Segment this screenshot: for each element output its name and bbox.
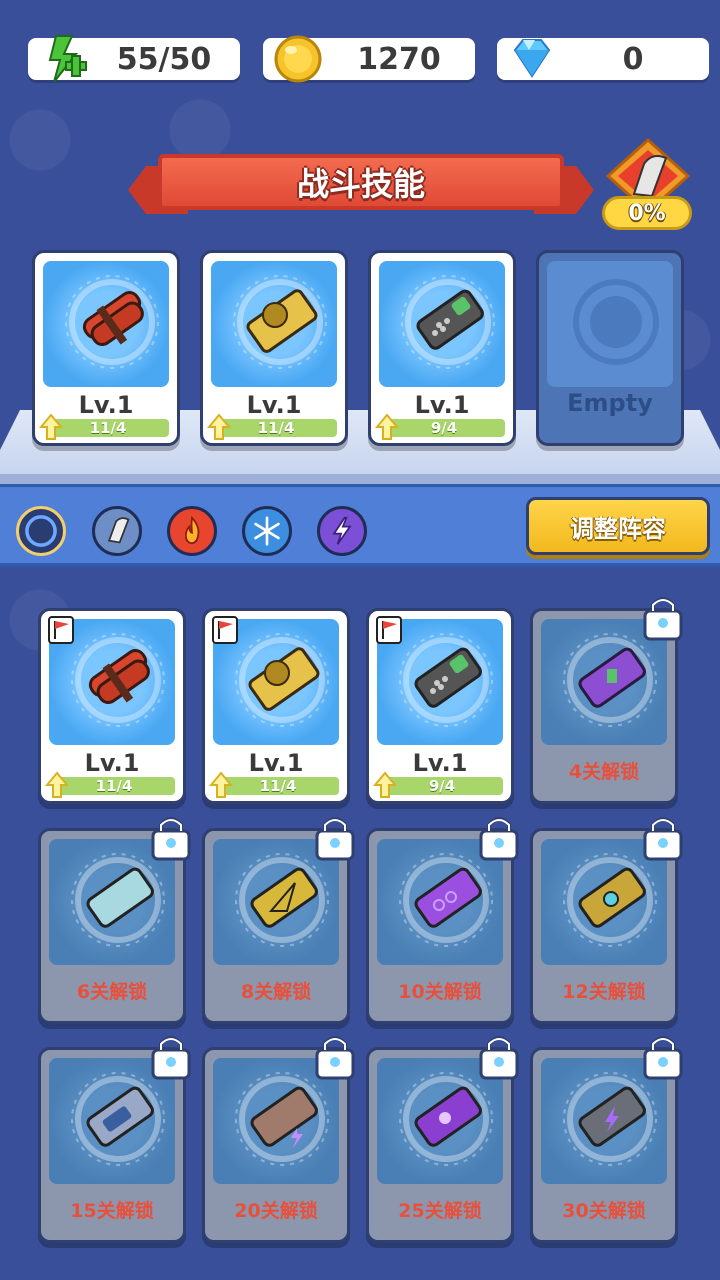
card-progress: 9/4 (381, 777, 503, 795)
filter-lightning-button[interactable] (317, 506, 367, 556)
empty-slot-icon (573, 279, 659, 365)
inventory-card-locked-purple-device[interactable]: 4关解锁 (530, 597, 683, 804)
lock-icon (315, 817, 355, 861)
shelf-edge (0, 474, 720, 484)
equipped-slot-dynamite[interactable]: Lv.1 11/4 (32, 250, 180, 446)
lock-icon (479, 817, 519, 861)
coin-value: 1270 (357, 41, 441, 77)
unlock-requirement: 15关解锁 (70, 1200, 154, 1222)
saw-blade-icon (246, 289, 318, 353)
unlock-requirement: 25关解锁 (398, 1200, 482, 1222)
gem-counter[interactable]: 0 (497, 38, 709, 80)
lock-icon (151, 1036, 191, 1080)
ring-icon (25, 515, 57, 547)
purple-device-icon (578, 647, 646, 708)
energy-value: 55/50 (116, 41, 212, 77)
lock-icon (479, 1036, 519, 1080)
upgrade-arrow-icon (45, 771, 69, 798)
unlock-requirement: 8关解锁 (240, 981, 312, 1003)
lock-icon (151, 817, 191, 861)
card-art (43, 261, 169, 387)
filter-all-button[interactable] (16, 506, 66, 556)
filter-ice-button[interactable] (242, 506, 292, 556)
upgrade-arrow-icon (39, 413, 63, 440)
purple-tile-icon (414, 867, 482, 928)
adjust-lineup-button[interactable]: 调整阵容 (526, 497, 710, 555)
lock-icon (643, 597, 683, 641)
card-progress: 11/4 (217, 777, 339, 795)
inventory-card-saw-blade[interactable]: Lv.1 11/4 (202, 608, 350, 804)
stone-slab-icon (250, 1086, 318, 1148)
battery-icon (86, 1086, 154, 1147)
lock-icon (643, 817, 683, 861)
inventory-card-dynamite[interactable]: Lv.1 11/4 (38, 608, 186, 804)
purple-orb-tile-icon (414, 1086, 482, 1147)
energy-counter[interactable]: 55/50 (28, 35, 240, 83)
unlock-requirement: 10关解锁 (398, 981, 482, 1003)
gem-value: 0 (622, 41, 644, 77)
dynamite-icon (82, 291, 144, 346)
glass-tile-icon (86, 867, 154, 928)
unlock-requirement: 12关解锁 (562, 981, 646, 1003)
card-art (547, 261, 673, 387)
blade-icon (107, 517, 130, 544)
card-progress: 9/4 (383, 419, 505, 437)
coin-counter[interactable]: 1270 (263, 35, 475, 83)
inventory-card-locked-battery[interactable]: 15关解锁 (38, 1036, 191, 1243)
inventory-card-locked-glass-tile[interactable]: 6关解锁 (38, 817, 191, 1024)
title-banner: 战斗技能 (128, 152, 594, 222)
card-art (379, 261, 505, 387)
unlock-requirement: 30关解锁 (562, 1200, 646, 1222)
saw-blade-icon (248, 647, 320, 711)
empty-label: Empty (567, 389, 653, 417)
upgrade-arrow-icon (373, 771, 397, 798)
unlock-requirement: 6关解锁 (76, 981, 148, 1003)
inventory-card-remote-control[interactable]: Lv.1 9/4 (366, 608, 514, 804)
card-art (211, 261, 337, 387)
lightning-tile-icon (578, 1086, 646, 1147)
dynamite-icon (88, 649, 150, 704)
snowflake-icon (254, 516, 280, 546)
lock-icon (315, 1036, 355, 1080)
gold-device-icon (578, 867, 646, 928)
equipped-slot-saw-blade[interactable]: Lv.1 11/4 (200, 250, 348, 446)
page-title: 战斗技能 (158, 154, 564, 210)
upgrade-arrow-icon (209, 771, 233, 798)
equipped-slot-empty[interactable]: Empty (536, 250, 684, 446)
coin-icon (274, 35, 322, 83)
card-progress: 11/4 (47, 419, 169, 437)
inventory-card-locked-purple-tile[interactable]: 10关解锁 (366, 817, 519, 1024)
inventory-card-locked-lightning-tile[interactable]: 30关解锁 (530, 1036, 683, 1243)
inventory-card-locked-stone-slab[interactable]: 20关解锁 (202, 1036, 355, 1243)
inventory-card-locked-gold-device[interactable]: 12关解锁 (530, 817, 683, 1024)
power-percent: 0% (602, 196, 692, 230)
unlock-requirement: 20关解锁 (234, 1200, 318, 1222)
equipped-flag-icon (212, 616, 238, 644)
inventory-card-locked-purple-orb-tile[interactable]: 25关解锁 (366, 1036, 519, 1243)
filter-bar: 调整阵容 (0, 484, 720, 566)
equipped-flag-icon (376, 616, 402, 644)
energy-plus-icon (48, 35, 87, 83)
equipped-flag-icon (48, 616, 74, 644)
remote-control-icon (416, 289, 484, 350)
pyramid-tile-icon (250, 867, 318, 928)
card-progress: 11/4 (53, 777, 175, 795)
equipped-slot-remote-control[interactable]: Lv.1 9/4 (368, 250, 516, 446)
upgrade-arrow-icon (207, 413, 231, 440)
unlock-requirement: 4关解锁 (568, 761, 640, 783)
diamond-icon (513, 39, 551, 78)
upgrade-arrow-icon (375, 413, 399, 440)
fire-icon (184, 515, 200, 545)
lightning-icon (332, 516, 352, 545)
filter-fire-button[interactable] (167, 506, 217, 556)
inventory-card-locked-pyramid-tile[interactable]: 8关解锁 (202, 817, 355, 1024)
remote-control-icon (414, 647, 482, 708)
card-progress: 11/4 (215, 419, 337, 437)
filter-blade-button[interactable] (92, 506, 142, 556)
lock-icon (643, 1036, 683, 1080)
